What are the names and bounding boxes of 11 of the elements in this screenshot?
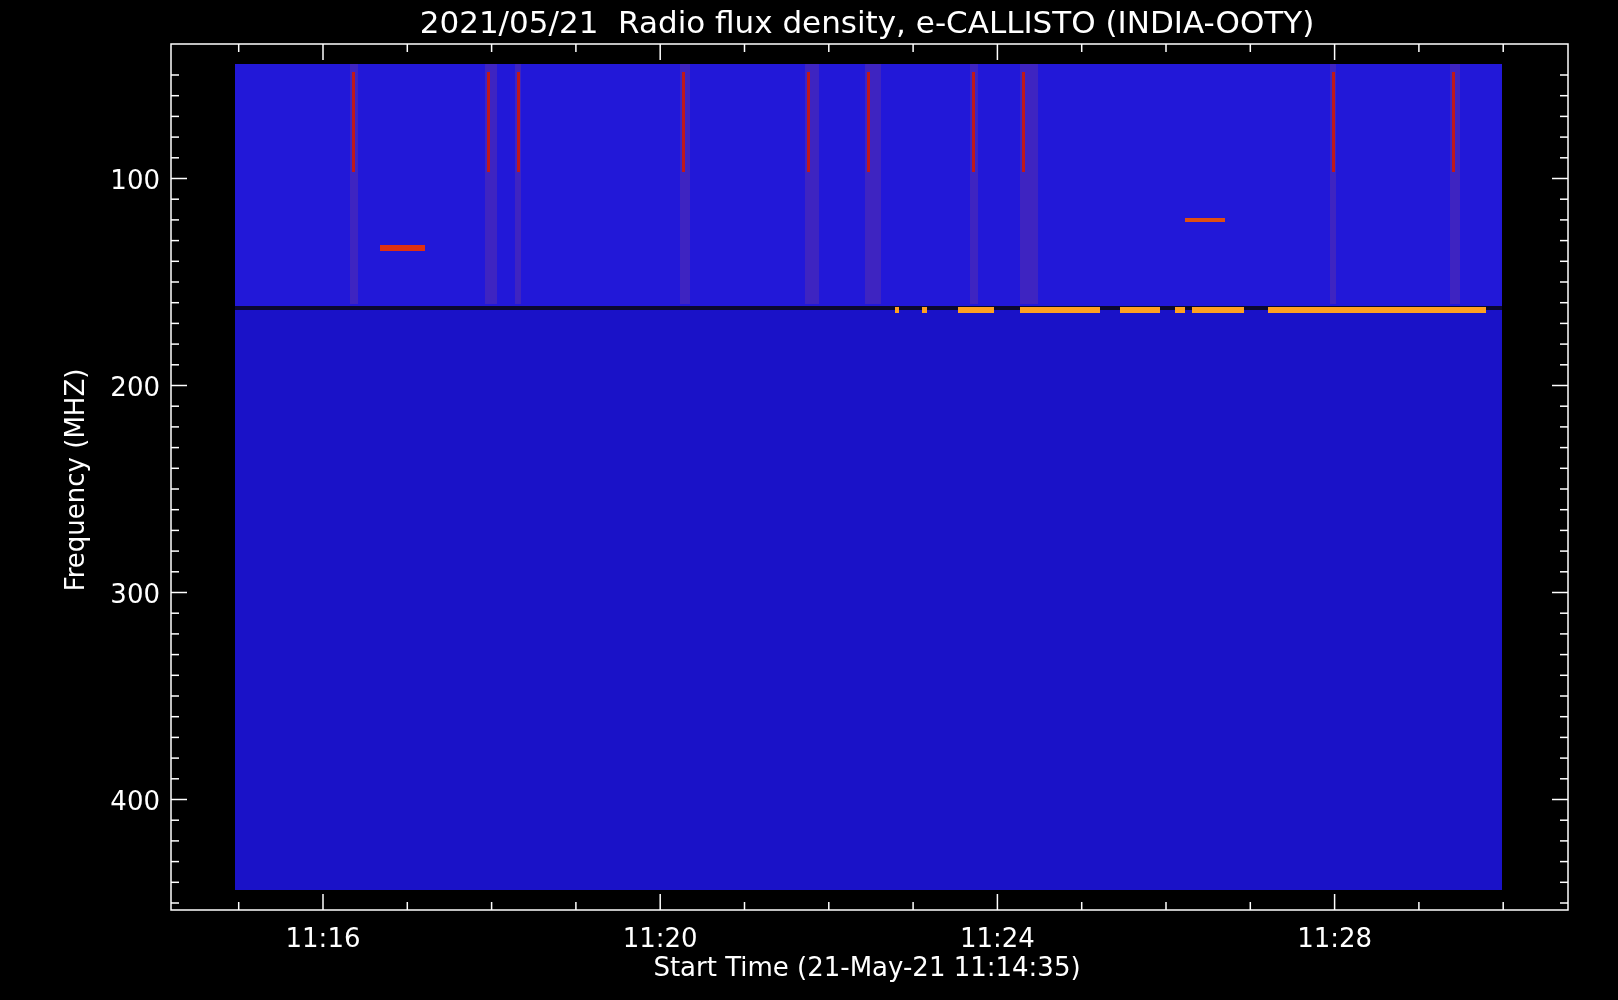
y-tick-label: 300 bbox=[110, 578, 160, 609]
chart-title: 2021/05/21 Radio flux density, e-CALLISTO (INDIA-OOTY) bbox=[419, 4, 1315, 40]
y-tick-label: 100 bbox=[110, 164, 160, 195]
y-tick-label: 200 bbox=[110, 371, 160, 402]
y-axis-label: Frequency (MHZ) bbox=[60, 368, 90, 592]
x-axis-label: Start Time (21-May-21 11:14:35) bbox=[653, 952, 1081, 982]
x-tick-label: 11:24 bbox=[959, 923, 1035, 953]
x-tick-label: 11:20 bbox=[622, 923, 698, 953]
x-tick-label: 11:16 bbox=[285, 923, 361, 953]
x-tick-label: 11:28 bbox=[1297, 923, 1373, 953]
y-tick-label: 400 bbox=[110, 785, 160, 816]
